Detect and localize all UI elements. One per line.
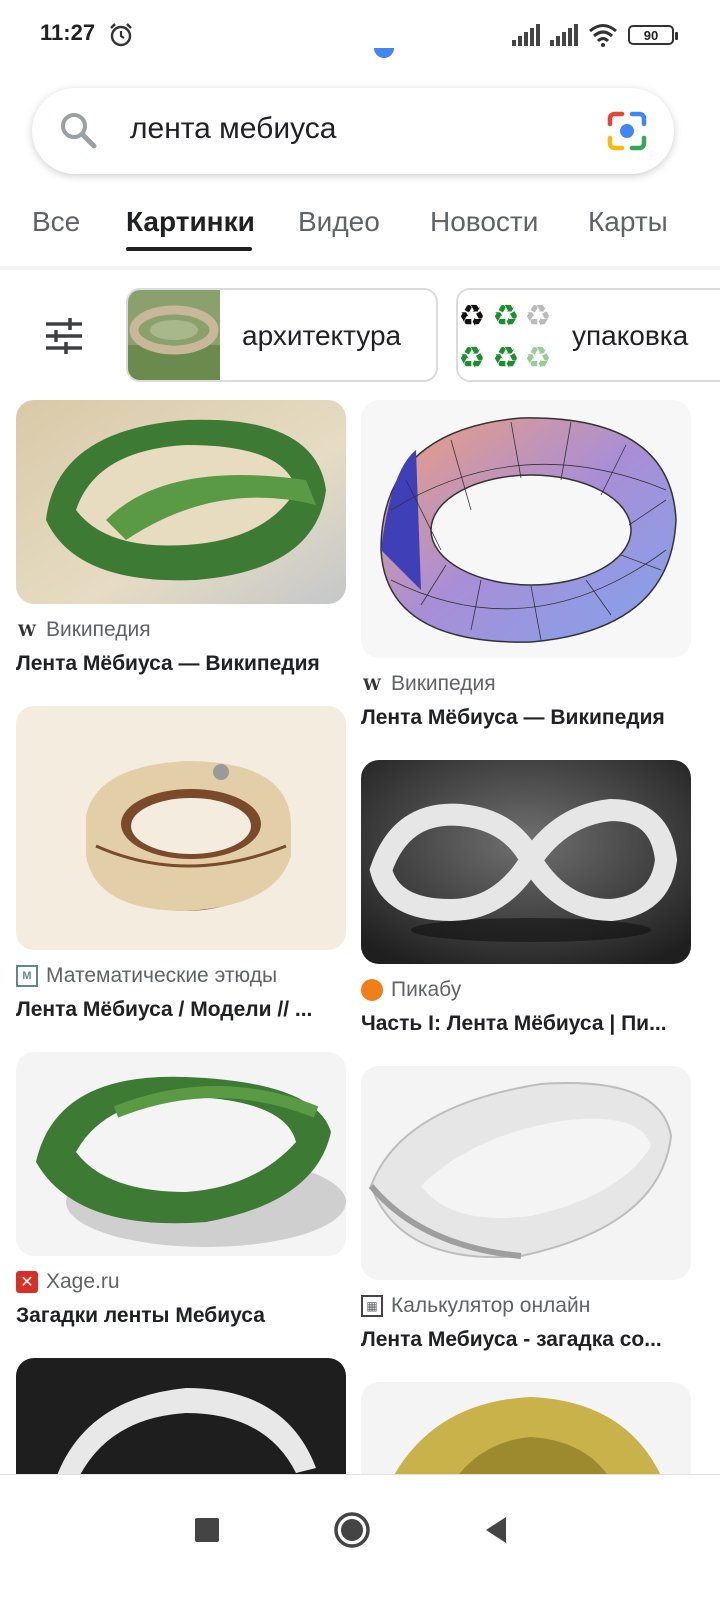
chip-thumbnail [128,290,220,380]
result-title[interactable]: Лента Мёбиуса — Википедия [16,652,346,676]
search-bar[interactable]: лента мебиуса [32,88,674,174]
svg-text:♻: ♻ [525,341,550,376]
tab-video[interactable]: Видео [298,206,380,238]
svg-text:♻: ♻ [459,299,486,334]
recycle-thumbnail: ♻ ♻ ♻ ♻ ♻ ♻ [458,290,550,380]
search-tabs: Все Картинки Видео Новости Карты [0,190,720,260]
pikabu-icon [361,979,383,1001]
tab-all[interactable]: Все [32,206,80,238]
result-source: ▦ Калькулятор онлайн [361,1294,590,1318]
chip-packaging[interactable]: ♻ ♻ ♻ ♻ ♻ ♻ упаковка [456,288,720,382]
svg-text:♻: ♻ [493,299,520,334]
result-card[interactable]: ▦ Калькулятор онлайн Лента Мебиуса - заг… [361,1066,691,1356]
svg-text:♻: ♻ [493,341,520,376]
chip-label: упаковка [572,320,689,351]
result-image[interactable] [16,1358,346,1474]
status-bar: 11:27 90 [0,0,720,70]
google-lens-icon[interactable] [606,110,648,152]
xage-icon: ✕ [16,1271,38,1293]
calculator-icon: ▦ [361,1295,383,1317]
result-image[interactable] [361,760,691,964]
result-image[interactable] [16,400,346,604]
result-title[interactable]: Лента Мёбиуса / Модели // ... [16,998,346,1022]
wifi-icon [589,24,617,47]
result-title[interactable]: Часть I: Лента Мёбиуса | Пи... [361,1012,691,1036]
filter-settings-icon[interactable] [44,316,84,356]
battery-icon: 90 [628,25,678,45]
result-source: W Википедия [16,618,151,642]
search-input[interactable]: лента мебиуса [130,112,336,146]
chip-label: архитектура [242,320,402,351]
result-card[interactable] [361,1382,691,1474]
wikipedia-icon: W [363,674,381,694]
result-title[interactable]: Лента Мебиуса - загадка со... [361,1328,691,1352]
result-source: ✕ Xage.ru [16,1270,120,1294]
tab-news[interactable]: Новости [430,206,538,238]
tab-images[interactable]: Картинки [126,206,255,238]
result-card[interactable]: W Википедия Лента Мёбиуса — Википедия [361,400,691,734]
result-title[interactable]: Лента Мёбиуса — Википедия [361,706,691,730]
clock: 11:27 [40,20,96,45]
result-image[interactable] [16,1052,346,1256]
system-navigation-bar [0,1474,720,1601]
status-icons: 90 [512,20,678,50]
result-image[interactable] [16,706,346,950]
tab-maps[interactable]: Карты [588,206,668,238]
result-card[interactable]: M Математические этюды Лента Мёбиуса / М… [16,706,346,1028]
alarm-icon [110,23,132,47]
signal-icon-2 [550,24,578,46]
result-source: W Википедия [361,672,496,696]
result-title[interactable]: Загадки ленты Мебиуса [16,1304,346,1328]
home-button[interactable] [327,1505,377,1555]
result-source: Пикабу [361,978,461,1002]
result-source: M Математические этюды [16,964,277,988]
recents-button[interactable] [182,1505,232,1555]
search-icon[interactable] [58,110,98,150]
result-image[interactable] [361,400,691,658]
signal-icon [512,24,540,46]
active-tab-indicator [126,247,252,251]
svg-text:♻: ♻ [525,299,550,334]
result-card[interactable]: ✕ Xage.ru Загадки ленты Мебиуса [16,1052,346,1334]
result-image[interactable] [361,1066,691,1280]
result-card[interactable]: W Википедия Лента Мёбиуса — Википедия [16,400,346,680]
wikipedia-icon: W [18,620,36,640]
result-image[interactable] [361,1382,691,1474]
svg-text:♻: ♻ [459,341,486,376]
divider [0,266,720,270]
etudes-icon: M [16,965,38,987]
back-button[interactable] [472,1505,522,1555]
result-card[interactable] [16,1358,346,1474]
result-card[interactable]: Пикабу Часть I: Лента Мёбиуса | Пи... [361,760,691,1040]
chip-architecture[interactable]: архитектура [126,288,438,382]
